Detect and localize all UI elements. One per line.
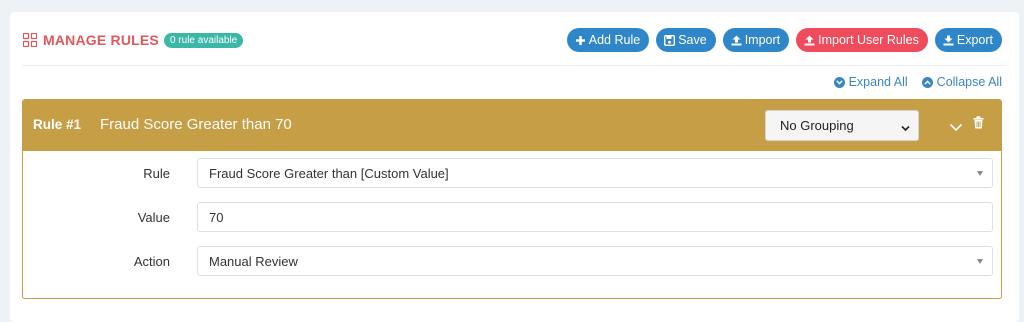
export-label: Export: [956, 33, 993, 47]
grouping-value: No Grouping: [780, 118, 854, 133]
plus-circle-icon: [575, 35, 586, 46]
rule-header: Rule #1 Fraud Score Greater than 70 No G…: [23, 100, 1001, 151]
action-select[interactable]: Manual Review: [197, 246, 993, 276]
floppy-disk-icon: [664, 34, 676, 46]
rule-field-label: Rule: [143, 166, 170, 181]
collapse-all-link[interactable]: Collapse All: [921, 75, 1002, 89]
import-user-rules-button[interactable]: Import User Rules: [796, 28, 928, 52]
value-field-row: Value 70: [23, 202, 1001, 232]
dropdown-caret-icon: [977, 259, 983, 264]
action-select-value: Manual Review: [209, 254, 298, 269]
grid-icon: [23, 33, 37, 47]
add-rule-label: Add Rule: [588, 33, 641, 47]
card-header: MANAGE RULES 0 rule available Add Rule S…: [10, 12, 1019, 66]
manage-rules-card: MANAGE RULES 0 rule available Add Rule S…: [10, 12, 1019, 322]
action-field-row: Action Manual Review: [23, 246, 1001, 276]
export-button[interactable]: Export: [934, 28, 1002, 52]
header-divider: [22, 65, 1007, 66]
expand-all-link[interactable]: Expand All: [833, 75, 908, 89]
rule-field-row: Rule Fraud Score Greater than [Custom Va…: [23, 158, 1001, 188]
rule-select-value: Fraud Score Greater than [Custom Value]: [209, 166, 449, 181]
upload-icon: [731, 35, 742, 46]
import-button[interactable]: Import: [722, 28, 790, 52]
value-field-label: Value: [137, 210, 170, 225]
grouping-select[interactable]: No Grouping: [765, 110, 919, 141]
title-group: MANAGE RULES 0 rule available: [23, 32, 244, 48]
save-label: Save: [678, 33, 707, 47]
rule-number: Rule #1: [33, 117, 82, 132]
chevron-up-circle-icon: [921, 76, 933, 88]
expand-collapse-controls: Expand All Collapse All: [833, 75, 1002, 89]
download-icon: [943, 35, 954, 46]
value-input-text: 70: [209, 210, 224, 225]
page-title: MANAGE RULES: [43, 32, 159, 48]
upload-icon: [804, 35, 815, 46]
value-input[interactable]: 70: [197, 202, 993, 232]
rule-name: Fraud Score Greater than 70: [100, 116, 292, 133]
import-user-rules-label: Import User Rules: [818, 33, 919, 47]
header-actions: Add Rule Save Import Import User Rules E…: [566, 28, 1002, 52]
add-rule-button[interactable]: Add Rule: [566, 28, 650, 52]
rule-collapse-chevron-icon[interactable]: [949, 119, 963, 137]
save-button[interactable]: Save: [656, 28, 716, 52]
dropdown-caret-icon: [977, 171, 983, 176]
rule-count-badge: 0 rule available: [163, 32, 244, 48]
rule-panel: Rule #1 Fraud Score Greater than 70 No G…: [22, 99, 1002, 299]
chevron-down-icon: [901, 120, 910, 135]
chevron-down-circle-icon: [833, 76, 845, 88]
expand-all-label: Expand All: [848, 75, 908, 89]
import-label: Import: [744, 33, 781, 47]
trash-icon[interactable]: [973, 116, 984, 134]
action-field-label: Action: [133, 254, 170, 269]
collapse-all-label: Collapse All: [936, 75, 1002, 89]
rule-select[interactable]: Fraud Score Greater than [Custom Value]: [197, 158, 993, 188]
